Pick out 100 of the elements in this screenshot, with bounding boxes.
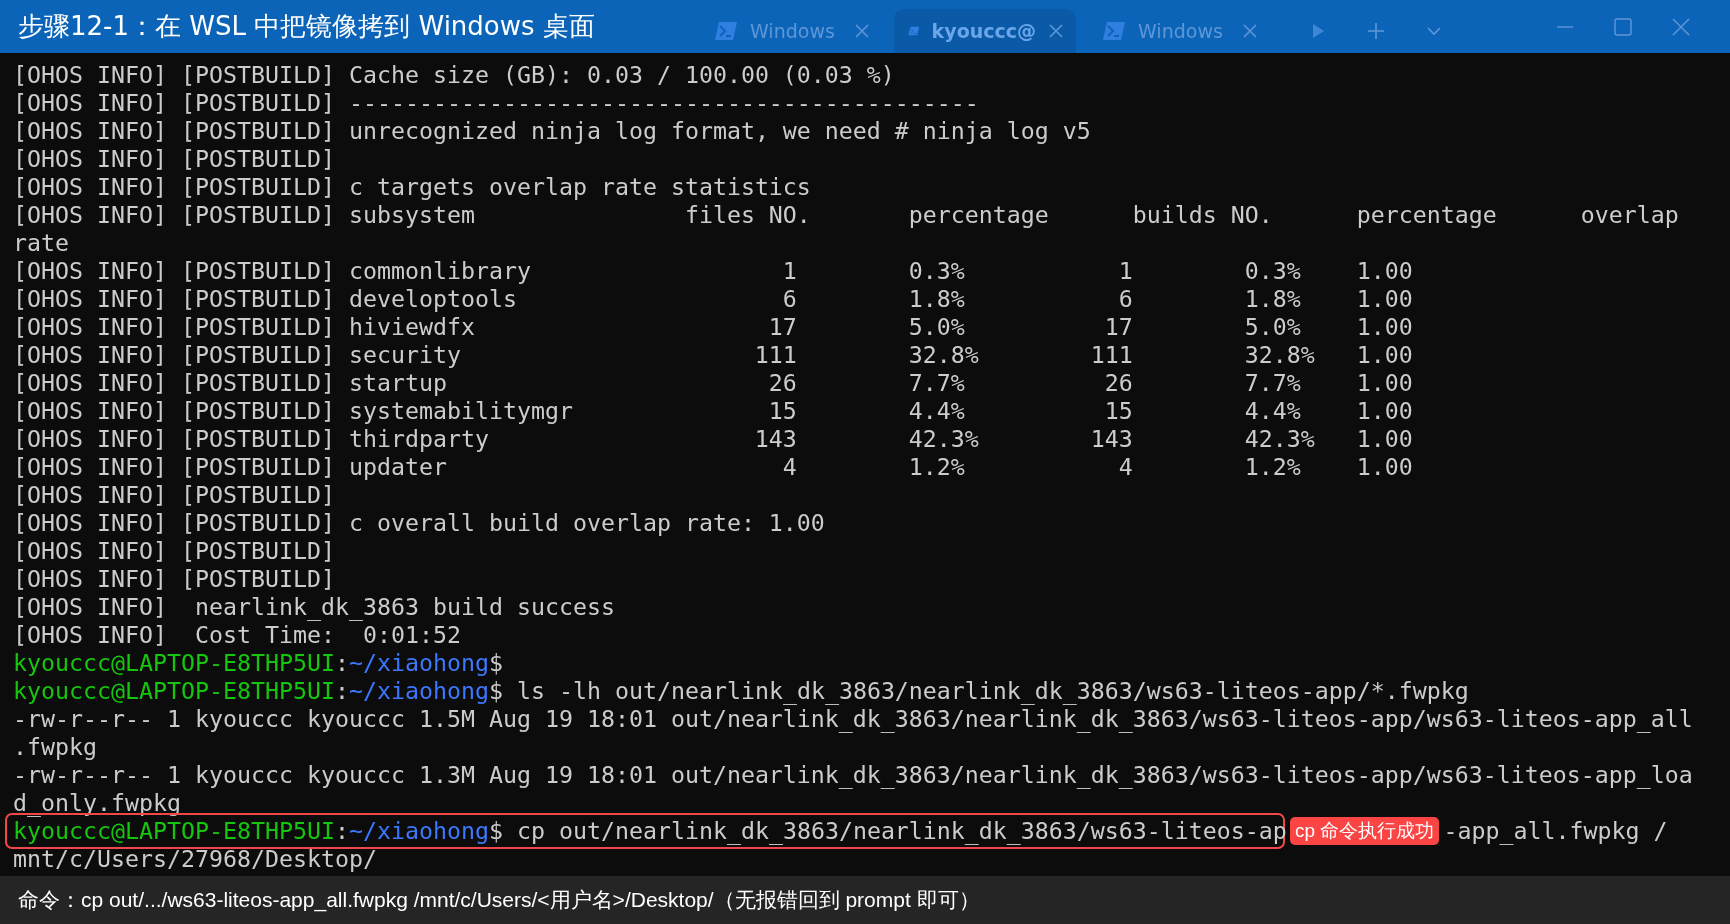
table-cell-text: 15 bbox=[767, 397, 797, 425]
table-cell-text: 42.3% bbox=[1244, 425, 1316, 453]
table-cell-text: 17 bbox=[1103, 313, 1133, 341]
terminal-text: mnt/c/Users/27968/Desktop/ bbox=[13, 845, 377, 872]
table-cell-text: 26 bbox=[1103, 369, 1133, 397]
terminal-text: [OHOS INFO] [POSTBUILD] c targets overlap rate statistics bbox=[13, 173, 811, 200]
tab[interactable]: kyouccc@ bbox=[894, 9, 1076, 53]
table-cell-text: hiviewdfx bbox=[348, 313, 476, 341]
terminal-text: -rw-r--r-- 1 kyouccc kyouccc 1.3M Aug 19 18:01 out/nearlink_dk_3863/nearlink_dk_3863/ws63-liteos-app/ws63-liteos-app_loa bbox=[13, 761, 1693, 788]
table-cell-text: 4 bbox=[1117, 453, 1133, 481]
table-cell-text: 0.3% bbox=[1244, 257, 1302, 285]
terminal-text: [OHOS INFO] [POSTBUILD] bbox=[13, 537, 335, 564]
terminal-text: [OHOS INFO] [POSTBUILD] unrecognized ninja log format, we need # ninja log v5 bbox=[13, 117, 1091, 144]
prompt-text: $ bbox=[488, 677, 503, 704]
table-cell: 1.00 bbox=[1356, 313, 1413, 340]
table-cell-text: 42.3% bbox=[908, 425, 980, 453]
maximize-icon[interactable] bbox=[1614, 17, 1632, 36]
caption-text: 命令：cp out/.../ws63-liteos-app_all.fwpkg /mnt/c/Users/<用户名>/Desktop/（无报错回到 prompt 即可） bbox=[18, 887, 980, 914]
close-icon[interactable] bbox=[1672, 17, 1690, 36]
table-cell-text: 111 bbox=[1089, 341, 1133, 369]
terminal-text: [OHOS INFO] [POSTBUILD] c overall build overlap rate: 1.00 bbox=[13, 509, 825, 536]
table-cell-text: systemabilitymgr bbox=[348, 397, 574, 425]
table-cell-text: 26 bbox=[767, 369, 797, 397]
tab-label: kyouccc@ bbox=[931, 20, 1036, 42]
table-cell-text: 143 bbox=[753, 425, 797, 453]
prompt-text: kyouccc@LAPTOP-E8THP5UI bbox=[13, 817, 335, 844]
prompt-text: : bbox=[334, 677, 349, 704]
table-cell-text: 1.8% bbox=[908, 285, 966, 313]
table-cell-text: 6 bbox=[781, 285, 797, 313]
table-cell-text: updater bbox=[348, 453, 448, 481]
terminal-text: [OHOS INFO] [POSTBUILD] Cache size (GB): 0.03 / 100.00 (0.03 %) bbox=[13, 61, 895, 88]
terminal-text: [OHOS INFO] nearlink_dk_3863 build success bbox=[13, 593, 615, 620]
table-cell-text: 0.3% bbox=[908, 257, 966, 285]
table-cell-text: thirdparty bbox=[348, 425, 490, 453]
table-cell: 1.00 bbox=[1356, 425, 1413, 452]
prompt-text: : bbox=[334, 817, 349, 844]
prompt-text: kyouccc@LAPTOP-E8THP5UI bbox=[13, 677, 335, 704]
prompt-text: ~/xiaohong bbox=[348, 817, 489, 844]
play-icon[interactable] bbox=[1310, 22, 1326, 40]
table-cell-text: 5.0% bbox=[908, 313, 966, 341]
terminal-text: [OHOS INFO] [POSTBUILD] bbox=[13, 145, 335, 172]
terminal-text: [OHOS INFO] [POSTBUILD] --------------------------------------------- bbox=[13, 89, 979, 116]
prompt-text: $ bbox=[488, 817, 503, 844]
table-cell-text: commonlibrary bbox=[348, 257, 532, 285]
terminal-text: [OHOS INFO] [POSTBUILD] bbox=[13, 369, 336, 397]
table-cell: 1.00 bbox=[1356, 341, 1413, 368]
table-cell-text: 4.4% bbox=[908, 397, 966, 425]
table-cell-text: 1 bbox=[781, 257, 797, 285]
chevron-down-icon[interactable] bbox=[1426, 26, 1442, 36]
table-cell-text: 15 bbox=[1103, 397, 1133, 425]
terminal-text: [OHOS INFO] [POSTBUILD] bbox=[13, 425, 336, 453]
table-cell-text: 5.0% bbox=[1244, 313, 1302, 341]
command-text: ls -lh out/nearlink_dk_3863/nearlink_dk_3863/ws63-liteos-app/*.fwpkg bbox=[516, 677, 1469, 704]
table-cell-text: 6 bbox=[1117, 285, 1133, 313]
terminal-text: [OHOS INFO] [POSTBUILD] bbox=[13, 285, 336, 313]
close-icon[interactable] bbox=[854, 23, 870, 39]
tab-label: Windows bbox=[750, 20, 836, 42]
tab[interactable]: Windows bbox=[700, 9, 882, 53]
terminal-text: [OHOS INFO] [POSTBUILD] bbox=[13, 565, 335, 592]
close-icon[interactable] bbox=[1048, 23, 1064, 39]
prompt-text: ~/xiaohong bbox=[348, 677, 489, 704]
table-cell-text: 143 bbox=[1089, 425, 1133, 453]
table-cell-text: security bbox=[348, 341, 462, 369]
terminal-icon bbox=[1102, 21, 1126, 41]
table-cell-text: 32.8% bbox=[908, 341, 980, 369]
terminal-text: [OHOS INFO] [POSTBUILD] bbox=[13, 341, 336, 369]
table-cell-text: 1.2% bbox=[908, 453, 966, 481]
table-cell-text: 7.7% bbox=[1244, 369, 1302, 397]
table-cell-text: developtools bbox=[348, 285, 518, 313]
caption-title: 步骤12-1：在 WSL 中把镜像拷到 Windows 桌面 bbox=[17, 10, 596, 43]
prompt-text: : bbox=[334, 649, 349, 676]
terminal-icon bbox=[714, 21, 738, 41]
terminal-text: -rw-r--r-- 1 kyouccc kyouccc 1.5M Aug 19 18:01 out/nearlink_dk_3863/nearlink_dk_3863/ws63-liteos-app/ws63-liteos-app_all bbox=[13, 705, 1693, 732]
tab[interactable]: Windows bbox=[1088, 9, 1270, 53]
table-cell-text: 17 bbox=[767, 313, 797, 341]
table-cell-text: 7.7% bbox=[908, 369, 966, 397]
prompt-text: ~/xiaohong bbox=[348, 649, 489, 676]
table-cell-text: 32.8% bbox=[1244, 341, 1316, 369]
terminal-text: rate bbox=[13, 229, 69, 256]
terminal-text: [OHOS INFO] [POSTBUILD] bbox=[13, 397, 336, 425]
table-cell-text: 4 bbox=[781, 453, 797, 481]
table-cell-text: 1.2% bbox=[1244, 453, 1302, 481]
minimize-icon[interactable] bbox=[1556, 24, 1574, 29]
terminal-text: [OHOS INFO] [POSTBUILD] bbox=[13, 453, 336, 481]
annotation-badge: cp 命令执行成功 bbox=[1289, 817, 1440, 845]
terminal-text: .fwpkg bbox=[13, 733, 97, 760]
table-cell: 1.00 bbox=[1356, 453, 1413, 480]
plus-icon[interactable] bbox=[1366, 21, 1386, 41]
table-cell: 1.00 bbox=[1356, 285, 1413, 312]
table-cell: 1.00 bbox=[1356, 369, 1413, 396]
terminal-text: [OHOS INFO] [POSTBUILD] subsystem files NO. percentage builds NO. percentage overlap bbox=[13, 201, 1679, 228]
terminal-text: [OHOS INFO] [POSTBUILD] bbox=[13, 257, 336, 285]
terminal-text: [OHOS INFO] Cost Time: 0:01:52 bbox=[13, 621, 461, 648]
close-icon[interactable] bbox=[1242, 23, 1258, 39]
table-cell-text: 1.8% bbox=[1244, 285, 1302, 313]
table-cell-text: startup bbox=[348, 369, 448, 397]
table-cell-text: 111 bbox=[753, 341, 797, 369]
terminal-text: d_only.fwpkg bbox=[13, 789, 181, 816]
table-cell-text: 4.4% bbox=[1244, 397, 1302, 425]
terminal-text: [OHOS INFO] [POSTBUILD] bbox=[13, 481, 335, 508]
